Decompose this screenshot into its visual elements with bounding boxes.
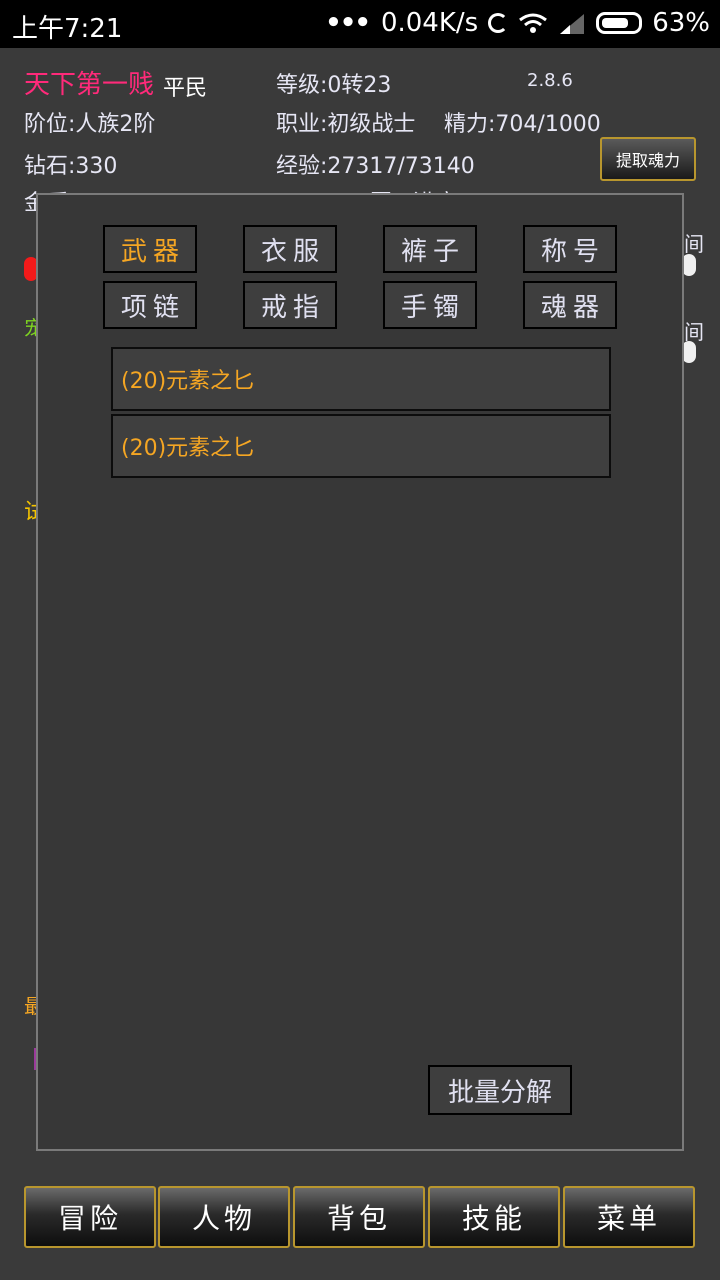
nav-menu-button[interactable]: 菜单	[563, 1186, 695, 1248]
wifi-icon	[519, 13, 548, 33]
nav-backpack-button[interactable]: 背包	[293, 1186, 425, 1248]
tab-pants[interactable]: 裤子	[383, 225, 477, 273]
battery-icon	[596, 12, 643, 34]
nav-character-button[interactable]: 人物	[158, 1186, 290, 1248]
equipment-item[interactable]: (20)元素之匕	[111, 414, 611, 478]
player-level: 等级:0转23	[276, 73, 392, 98]
tab-weapon[interactable]: 武器	[103, 225, 197, 273]
battery-percent: 63%	[652, 8, 710, 38]
toggle-knob-1[interactable]	[682, 254, 696, 276]
player-rank: 平民	[163, 76, 208, 101]
batch-decompose-button[interactable]: 批量分解	[428, 1065, 572, 1115]
tab-soul-item[interactable]: 魂器	[523, 281, 617, 329]
toggle-knob-2[interactable]	[682, 341, 696, 363]
player-energy: 精力:704/1000	[444, 112, 601, 137]
status-time: 上午7:21	[12, 14, 123, 44]
tab-clothes[interactable]: 衣服	[243, 225, 337, 273]
equipment-item[interactable]: (20)元素之匕	[111, 347, 611, 411]
nav-adventure-button[interactable]: 冒险	[24, 1186, 156, 1248]
tab-title[interactable]: 称号	[523, 225, 617, 273]
equipment-modal: 武器 衣服 裤子 称号 项链 戒指 手镯 魂器 (20)元素之匕 (20)元素之…	[36, 193, 684, 1151]
player-name: 天下第一贱	[24, 70, 155, 100]
tab-necklace[interactable]: 项链	[103, 281, 197, 329]
right-fragment-1: 间	[684, 232, 704, 256]
status-bar: 上午7:21 ••• 0.04K/s 63%	[0, 0, 720, 48]
player-job: 职业:初级战士	[276, 112, 416, 137]
nav-skills-button[interactable]: 技能	[428, 1186, 560, 1248]
status-icons: ••• 0.04K/s 63%	[325, 8, 710, 38]
tab-ring[interactable]: 戒指	[243, 281, 337, 329]
more-dots-icon: •••	[325, 8, 371, 38]
tab-bracelet[interactable]: 手镯	[383, 281, 477, 329]
extract-soul-button[interactable]: 提取魂力	[600, 137, 696, 181]
network-speed: 0.04K/s	[380, 8, 479, 38]
player-stage: 阶位:人族2阶	[24, 112, 156, 137]
player-exp: 经验:27317/73140	[276, 154, 475, 179]
signal-icon	[560, 14, 585, 34]
player-diamonds: 钻石:330	[24, 154, 118, 179]
sync-icon	[488, 13, 509, 33]
game-version: 2.8.6	[527, 70, 573, 91]
